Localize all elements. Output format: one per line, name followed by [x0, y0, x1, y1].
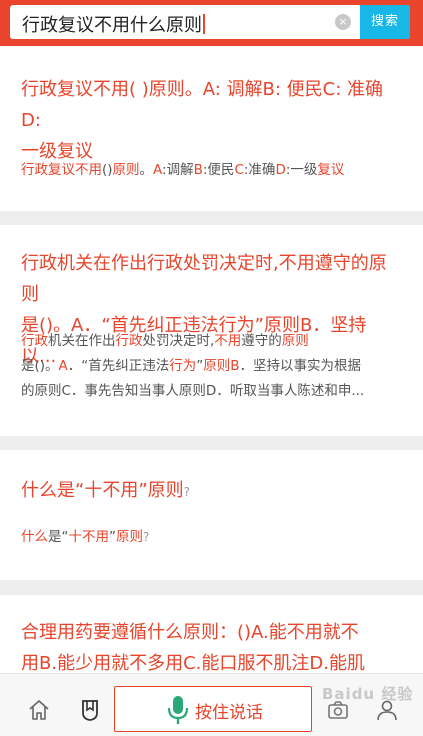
snippet-highlight: 什么: [21, 529, 48, 545]
snippet-highlight: B: [230, 358, 240, 374]
result-title[interactable]: 什么是“十不用”原则?: [21, 475, 396, 508]
snippet-highlight: A: [153, 162, 163, 178]
snippet-text: :准确: [243, 162, 276, 178]
snippet-text: :调解: [162, 162, 194, 178]
snippet-line: 行政机关在作出行政处罚决定时,不用遵守的原则: [21, 329, 401, 354]
result-card-3[interactable]: 什么是“十不用”原则? 什么是“十不用”原则?: [0, 450, 423, 580]
search-button[interactable]: 搜索: [360, 5, 410, 39]
text-caret: [203, 14, 205, 34]
snippet-highlight: 原则: [281, 333, 309, 349]
snippet-text: ．坚持以事实为根据: [239, 358, 362, 374]
snippet-text: (): [102, 162, 113, 178]
snippet-line: 是()。A．“首先纠正违法行为”原则B．坚持以事实为根据: [21, 354, 401, 379]
result-title-suffix: ?: [183, 485, 191, 499]
snippet-text: 是()。: [21, 358, 59, 374]
snippet-highlight: B: [193, 162, 203, 178]
snippet-line: 的原则C．事先告知当事人原则D．听取当事人陈述和申...: [21, 383, 365, 399]
search-box: 行政复议不用什么原则 × 搜索: [10, 5, 410, 39]
voice-button-label: 按住说话: [195, 703, 263, 723]
result-card-2[interactable]: 行政机关在作出行政处罚决定时,不用遵守的原则 是()。A．“首先纠正违法行为”原…: [0, 225, 423, 436]
snippet-highlight: C: [234, 162, 244, 178]
bookmark-icon[interactable]: [78, 698, 102, 722]
search-input[interactable]: 行政复议不用什么原则: [22, 11, 205, 37]
home-icon[interactable]: [27, 698, 51, 722]
snippet-line: 行政复议不用()原则。A:调解B:便民C:准确D:一级复议: [21, 158, 401, 183]
snippet-text: 。: [139, 162, 154, 178]
snippet-highlight: 行政: [115, 333, 143, 349]
snippet-text: 遵守的: [241, 333, 282, 349]
snippet-highlight: 原则: [203, 358, 231, 374]
result-title-text: 什么是“十不用”原则: [21, 480, 184, 501]
snippet-line: 什么是“十不用”原则: [21, 529, 143, 545]
snippet-text: 处罚决定时,: [142, 333, 215, 349]
result-snippet: 行政机关在作出行政处罚决定时,不用遵守的原则 是()。A．“首先纠正违法行为”原…: [21, 329, 401, 404]
watermark-logo: Baidu 经验: [322, 685, 414, 703]
result-snippet: 什么是“十不用”原则?: [21, 525, 401, 550]
voice-input-button[interactable]: 按住说话: [114, 686, 312, 732]
snippet-highlight: 复议: [317, 162, 345, 178]
snippet-text: ．“首先纠正违法: [67, 358, 170, 374]
snippet-text: ”: [109, 529, 116, 545]
result-snippet: 行政复议不用()原则。A:调解B:便民C:准确D:一级复议: [21, 158, 401, 183]
result-card-4[interactable]: 合理用药要遵循什么原则：()A.能不用就不 用B.能少用就不多用C.能口服不肌注…: [0, 595, 423, 705]
result-title-line: 合理用药要遵循什么原则：()A.能不用就不: [21, 622, 359, 643]
snippet-text: 是“: [48, 529, 69, 545]
result-title-line: 行政复议不用( )原则。A: 调解B: 便民C: 准确D:: [21, 79, 384, 131]
snippet-suffix: ?: [143, 530, 150, 544]
snippet-highlight: 行为: [169, 358, 197, 374]
snippet-highlight: 十不用: [68, 529, 110, 545]
result-card-1[interactable]: 行政复议不用( )原则。A: 调解B: 便民C: 准确D: 一级复议 行政复议不…: [0, 46, 423, 211]
clear-icon[interactable]: ×: [335, 14, 351, 30]
snippet-text: 机关在作出: [48, 333, 116, 349]
snippet-highlight: 不用: [214, 333, 242, 349]
snippet-highlight: 原则: [112, 162, 140, 178]
snippet-highlight: D: [275, 162, 286, 178]
snippet-highlight: A: [58, 358, 68, 374]
microphone-icon: [167, 696, 189, 724]
snippet-text: :便民: [202, 162, 235, 178]
result-title[interactable]: 行政复议不用( )原则。A: 调解B: 便民C: 准确D: 一级复议: [21, 74, 396, 167]
snippet-text: :一级: [285, 162, 318, 178]
snippet-highlight: 行政复议不用: [21, 162, 102, 178]
snippet-highlight: 行政: [21, 333, 48, 349]
search-query-text: 行政复议不用什么原则: [22, 15, 202, 36]
result-title-line: 行政机关在作出行政处罚决定时,不用遵守的原则: [21, 253, 387, 305]
snippet-highlight: 原则: [116, 529, 143, 545]
search-header: 行政复议不用什么原则 × 搜索: [0, 0, 423, 46]
